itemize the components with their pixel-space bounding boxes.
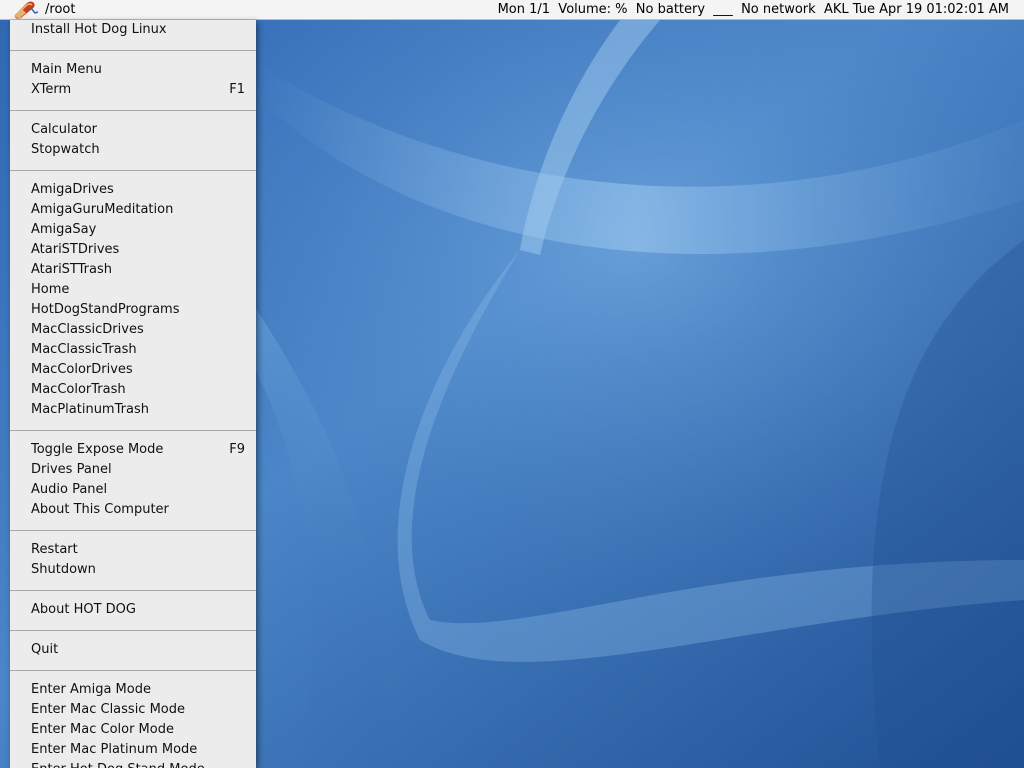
menu-item-shortcut: F9 — [229, 442, 245, 457]
menu-item-restart[interactable]: Restart — [10, 540, 256, 560]
menu-item-hotdogstandprograms[interactable]: HotDogStandPrograms — [10, 300, 256, 320]
menu-item-label: Enter Hot Dog Stand Mode — [31, 760, 205, 768]
menu-item-label: Home — [31, 282, 70, 297]
menu-item-label: AmigaSay — [31, 222, 97, 237]
menu-item-label: Calculator — [31, 122, 98, 137]
menu-item-xterm[interactable]: XTerm F1 — [10, 80, 256, 100]
menu-item-label: MacPlatinumTrash — [31, 402, 149, 417]
menu-item-label: About HOT DOG — [31, 602, 136, 617]
menu-separator — [10, 50, 256, 51]
menu-item-install-hot-dog-linux[interactable]: Install Hot Dog Linux — [10, 20, 256, 40]
current-path-label[interactable]: /root — [45, 2, 75, 18]
status-bar-text: Mon 1/1 Volume: % No battery ___ No netw… — [497, 2, 1009, 17]
menu-item-label: Enter Mac Color Mode — [31, 722, 174, 737]
menu-item-main-menu[interactable]: Main Menu — [10, 60, 256, 80]
menu-item-enter-hot-dog-stand-mode[interactable]: Enter Hot Dog Stand Mode — [10, 760, 256, 768]
menu-item-label: Toggle Expose Mode — [31, 442, 164, 457]
menu-item-label: MacClassicDrives — [31, 322, 144, 337]
menu-item-amigadrives[interactable]: AmigaDrives — [10, 180, 256, 200]
menu-item-label: XTerm — [31, 82, 72, 97]
menu-item-label: Install Hot Dog Linux — [31, 22, 167, 37]
menu-item-label: Enter Amiga Mode — [31, 682, 151, 697]
menu-separator — [10, 670, 256, 671]
menu-item-enter-mac-platinum-mode[interactable]: Enter Mac Platinum Mode — [10, 740, 256, 760]
menu-item-ataristtrash[interactable]: AtariSTTrash — [10, 260, 256, 280]
menu-item-enter-amiga-mode[interactable]: Enter Amiga Mode — [10, 680, 256, 700]
menu-item-toggle-expose-mode[interactable]: Toggle Expose Mode F9 — [10, 440, 256, 460]
menu-item-label: Enter Mac Platinum Mode — [31, 742, 198, 757]
menu-item-amigagurumeditation[interactable]: AmigaGuruMeditation — [10, 200, 256, 220]
menu-item-maccolortrash[interactable]: MacColorTrash — [10, 380, 256, 400]
top-menubar: /root Mon 1/1 Volume: % No battery ___ N… — [0, 0, 1024, 20]
menu-item-label: HotDogStandPrograms — [31, 302, 180, 317]
menu-item-label: AtariSTDrives — [31, 242, 120, 257]
menu-item-audio-panel[interactable]: Audio Panel — [10, 480, 256, 500]
menu-item-label: AmigaGuruMeditation — [31, 202, 174, 217]
menu-item-calculator[interactable]: Calculator — [10, 120, 256, 140]
menu-item-label: AtariSTTrash — [31, 262, 113, 277]
menu-item-label: Audio Panel — [31, 482, 108, 497]
menu-item-label: Main Menu — [31, 62, 102, 77]
menu-item-enter-mac-classic-mode[interactable]: Enter Mac Classic Mode — [10, 700, 256, 720]
menu-item-label: Restart — [31, 542, 78, 557]
menu-item-home[interactable]: Home — [10, 280, 256, 300]
hotdog-logo-icon[interactable] — [12, 0, 40, 20]
menu-item-label: MacColorTrash — [31, 382, 126, 397]
menu-item-about-hot-dog[interactable]: About HOT DOG — [10, 600, 256, 620]
menu-item-maccolordrives[interactable]: MacColorDrives — [10, 360, 256, 380]
main-dropdown-menu: Install Hot Dog Linux Main Menu XTerm F1 Cal… — [10, 20, 256, 768]
menu-separator — [10, 530, 256, 531]
menu-separator — [10, 590, 256, 591]
menu-item-amigasay[interactable]: AmigaSay — [10, 220, 256, 240]
menu-item-label: Shutdown — [31, 562, 96, 577]
menu-item-ataristdrives[interactable]: AtariSTDrives — [10, 240, 256, 260]
menu-item-label: Stopwatch — [31, 142, 100, 157]
menu-item-macclassictrash[interactable]: MacClassicTrash — [10, 340, 256, 360]
menu-item-macplatinumtrash[interactable]: MacPlatinumTrash — [10, 400, 256, 420]
menu-separator — [10, 170, 256, 171]
menu-item-quit[interactable]: Quit — [10, 640, 256, 660]
menu-separator — [10, 110, 256, 111]
desktop[interactable]: /root Mon 1/1 Volume: % No battery ___ N… — [0, 0, 1024, 768]
menu-separator — [10, 630, 256, 631]
menu-item-label: AmigaDrives — [31, 182, 114, 197]
menu-item-drives-panel[interactable]: Drives Panel — [10, 460, 256, 480]
menu-item-stopwatch[interactable]: Stopwatch — [10, 140, 256, 160]
menu-item-shutdown[interactable]: Shutdown — [10, 560, 256, 580]
menu-item-label: About This Computer — [31, 502, 169, 517]
menu-item-label: MacColorDrives — [31, 362, 133, 377]
menu-item-enter-mac-color-mode[interactable]: Enter Mac Color Mode — [10, 720, 256, 740]
menu-item-label: Quit — [31, 642, 59, 657]
menu-item-label: MacClassicTrash — [31, 342, 137, 357]
menu-item-about-this-computer[interactable]: About This Computer — [10, 500, 256, 520]
menu-separator — [10, 430, 256, 431]
menu-item-label: Drives Panel — [31, 462, 112, 477]
menu-item-macclassicdrives[interactable]: MacClassicDrives — [10, 320, 256, 340]
menu-item-label: Enter Mac Classic Mode — [31, 702, 186, 717]
menu-item-shortcut: F1 — [229, 82, 245, 97]
